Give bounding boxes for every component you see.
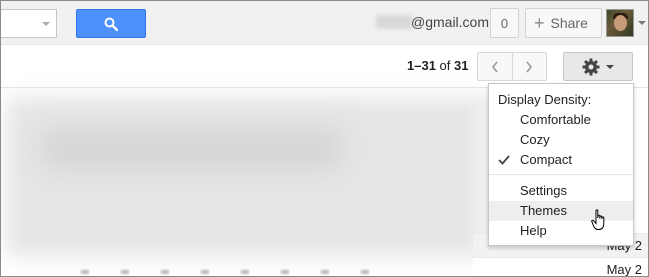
gear-icon xyxy=(582,58,600,75)
account-menu-caret-icon[interactable] xyxy=(638,21,646,25)
chevron-right-icon xyxy=(526,61,533,72)
menu-item-settings-label: Settings xyxy=(520,183,567,198)
hand-cursor-icon xyxy=(591,209,605,230)
message-date[interactable]: May 2 xyxy=(473,257,648,276)
search-button[interactable] xyxy=(76,9,146,38)
search-input[interactable] xyxy=(1,9,57,38)
density-compact[interactable]: Compact xyxy=(489,150,633,170)
menu-divider xyxy=(489,174,633,175)
density-header: Display Density: xyxy=(498,92,592,107)
settings-gear-button[interactable] xyxy=(563,52,633,81)
redacted-messages xyxy=(6,97,486,257)
redacted-messages-shadow xyxy=(41,129,341,169)
pagination-nav xyxy=(477,52,547,81)
checkmark-icon xyxy=(498,155,510,165)
search-icon xyxy=(104,17,118,31)
density-cozy-label: Cozy xyxy=(520,132,550,147)
pagination-total: 31 xyxy=(454,58,469,73)
menu-item-help[interactable]: Help xyxy=(489,221,633,241)
gmail-window: @gmail.com 0 + Share 1–31 of 31 2 May 2 … xyxy=(0,0,649,277)
top-bar: @gmail.com 0 + Share xyxy=(1,1,648,45)
avatar[interactable] xyxy=(606,9,634,37)
density-comfortable[interactable]: Comfortable xyxy=(489,110,633,130)
pagination-info: 1–31 of 31 xyxy=(407,58,468,73)
menu-item-settings[interactable]: Settings xyxy=(489,181,633,201)
account-email[interactable]: @gmail.com xyxy=(411,14,489,30)
plus-icon: + xyxy=(534,13,545,33)
search-options-caret-icon[interactable] xyxy=(42,22,50,26)
density-compact-label: Compact xyxy=(520,152,573,167)
older-button[interactable] xyxy=(511,53,547,80)
pagination-range: 1–31 xyxy=(407,58,436,73)
message-toolbar: 1–31 of 31 xyxy=(1,46,648,88)
menu-item-themes[interactable]: Themes xyxy=(489,201,633,221)
pagination-of: of xyxy=(439,58,451,73)
density-cozy[interactable]: Cozy xyxy=(489,130,633,150)
chevron-down-icon xyxy=(606,64,614,69)
chevron-left-icon xyxy=(491,61,498,72)
newer-button[interactable] xyxy=(478,53,512,80)
menu-item-help-label: Help xyxy=(520,223,547,238)
notification-count-button[interactable]: 0 xyxy=(490,8,519,38)
density-comfortable-label: Comfortable xyxy=(520,112,591,127)
share-button[interactable]: + Share xyxy=(525,8,602,38)
settings-menu: Display Density: Comfortable Cozy Compac… xyxy=(488,83,634,246)
menu-item-themes-label: Themes xyxy=(520,203,567,218)
redacted-row-text xyxy=(81,270,381,274)
share-label: Share xyxy=(550,15,588,31)
email-username-redacted xyxy=(376,15,412,29)
